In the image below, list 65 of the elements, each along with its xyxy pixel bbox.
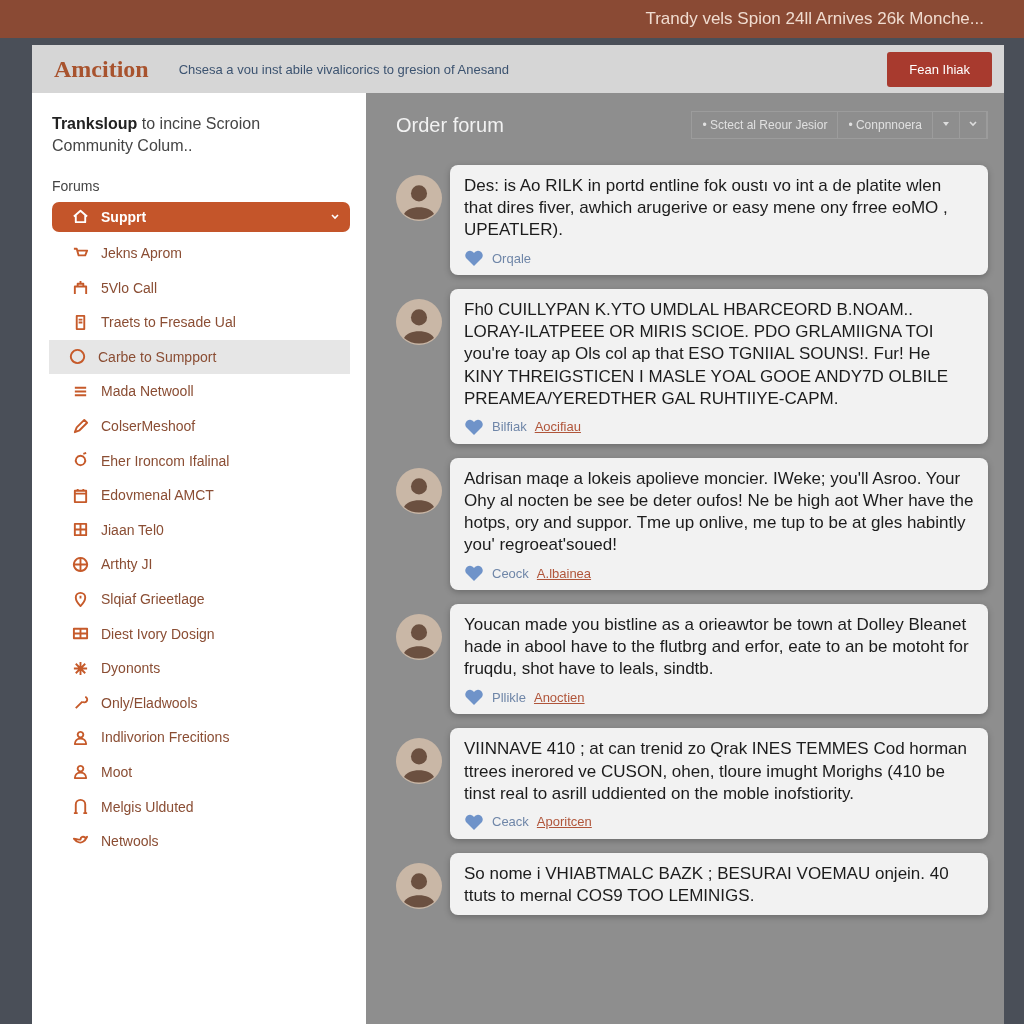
arch-icon xyxy=(72,798,89,816)
heart-icon[interactable] xyxy=(464,812,484,831)
grid-icon xyxy=(72,521,89,539)
reaction-label: Ceack xyxy=(492,814,529,830)
pencil-icon xyxy=(72,417,89,435)
avatar xyxy=(396,175,442,221)
reaction-label: Ceock xyxy=(492,565,529,581)
avatar xyxy=(396,738,442,785)
banner-headline: Trandy vels Spion 24ll Arnives 26k Monche... xyxy=(645,9,984,29)
sidebar-item[interactable]: Traets to Fresade Ual xyxy=(52,304,350,340)
caret-icon xyxy=(968,119,978,129)
avatar xyxy=(396,862,442,909)
sidebar-item[interactable]: Mada Netwooll xyxy=(52,374,350,409)
sidebar-item[interactable]: Jiaan Tel0 xyxy=(52,512,350,548)
sidebar-item[interactable]: Netwools xyxy=(52,823,350,859)
message-text: Adrisan maqe a lokeis apolieve moncier. IWeke; you'll Asroo. Your Ohy al nocten be see be deter oufos! Ne be high aot Wher have the hotps, ory and suppor. Tme up onlive, me tup to be at gles habintly you' regroeat'soued! xyxy=(464,467,974,557)
sidebar-item[interactable]: Arthty JI xyxy=(52,547,350,582)
sidebar-item[interactable]: Eher Ironcom Ifalinal xyxy=(52,443,350,478)
sidebar-item[interactable]: Supprt xyxy=(52,201,350,232)
message-text: Des: is Ao RILK in portd entline fok oustı vo int a de platite wlen that dires fiver, awhich arugerive or easy mene ony frree eoMO , UPEATLER). xyxy=(464,175,949,242)
sidebar-item[interactable]: Edovmenal AMCT xyxy=(52,477,350,513)
pin-icon xyxy=(72,590,89,608)
heart-icon[interactable] xyxy=(464,417,484,436)
sidebar-item[interactable]: Only/Eladwools xyxy=(52,685,350,721)
reaction-label: Bilfiak xyxy=(492,419,527,435)
flower-icon xyxy=(72,659,89,677)
sidebar-item[interactable]: Indlivorion Frecitions xyxy=(52,720,350,755)
reply-link[interactable]: Aporitcen xyxy=(536,814,592,830)
person-icon xyxy=(72,763,89,781)
home-icon xyxy=(72,208,89,226)
logo: Amcition xyxy=(54,55,149,83)
forum-title: Order forum xyxy=(396,113,504,137)
reply-link[interactable]: Aocifiau xyxy=(534,419,581,435)
avatar xyxy=(396,614,442,661)
header-button[interactable]: Fean Ihiak xyxy=(887,51,992,87)
reaction-label: Orqale xyxy=(492,250,532,266)
sidebar-item[interactable]: Melgis Ulduted xyxy=(52,789,350,824)
sidebar-item[interactable]: Slqiaf Grieetlage xyxy=(52,581,350,617)
heart-icon[interactable] xyxy=(464,564,484,583)
heart-icon[interactable] xyxy=(464,249,484,268)
sidebar-item[interactable]: ColserMeshoof xyxy=(52,408,350,444)
avatar xyxy=(396,467,442,514)
tagline: Chsesa a vou inst abile vivalicorics to gresion of Anesand xyxy=(178,61,510,77)
sidebar-item[interactable]: Carbe to Sumpport xyxy=(49,339,350,375)
reaction-label: Pllikle xyxy=(492,689,526,705)
sidebar-item[interactable]: Diest Ivory Dosign xyxy=(52,616,350,651)
chevron-icon xyxy=(330,211,340,222)
globe-icon xyxy=(72,555,89,573)
building-icon xyxy=(72,279,89,297)
avatar xyxy=(396,299,442,346)
sidebar-item[interactable]: 5Vlo Call xyxy=(52,270,350,305)
sidebar-title: Tranksloup to incine Scroion Community Colum.. xyxy=(52,114,262,157)
message-text: So nome i VHIABTMALC BAZK ; BESURAI VOEMAU onjein. 40 ttuts to mernal COS9 TOO LEMINIGS. xyxy=(464,862,950,907)
message-text: Youcan made you bistline as a orieawtor be town at Dolley Bleanet hade in abool have to the flutbrg and erfor, eate to an be motoht for fruqdu, shot have to leals, sindtb. xyxy=(464,614,970,681)
reply-link[interactable]: Anoctien xyxy=(533,689,585,705)
message-text: VIINNAVE 410 ; at can trenid zo Qrak INES TEMMES Cod horman ttrees inerored ve CUSON, ohen, tloure imught Morighs (410 be tinst real to asrill uddiented on the moble inofstiority. xyxy=(464,738,968,805)
sidebar-item[interactable]: Moot xyxy=(52,754,350,790)
reply-link[interactable]: A.lbainea xyxy=(536,565,592,581)
calendar-icon xyxy=(72,486,89,504)
person-icon xyxy=(72,728,89,746)
section-heading: Forums xyxy=(52,177,101,194)
sidebar-item[interactable]: Dyononts xyxy=(52,650,350,686)
heart-icon[interactable] xyxy=(464,688,484,707)
message-text: Fh0 CUILLYPAN K.YTO UMDLAL HBARCEORD B.NOAM.. LORAY-ILATPEEE OR MIRIS SCIOE. PDO GRLAMIIGNA TOI you're toay ap Ols col ap that ESO TGNIIAL SOUNS!. Fur! He KINY THREIGSTICEN I MASLE YOAL GOOE ANDY7D OLBILE PREAMEA/YEREDTHER GAL RUHTIIYE-CAPM. xyxy=(464,299,950,410)
sidebar-item[interactable]: Jekns Aprom xyxy=(52,235,350,271)
